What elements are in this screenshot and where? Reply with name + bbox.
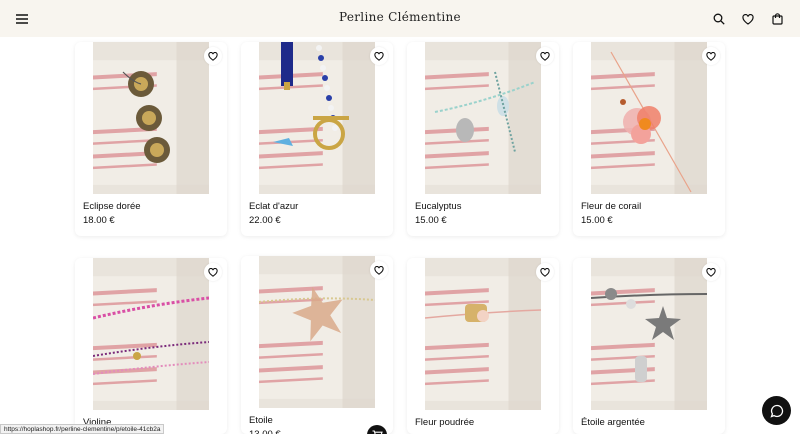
product-price: 22.00 €: [249, 215, 281, 226]
product-image[interactable]: [425, 258, 541, 410]
product-card[interactable]: Fleur de corail 15.00 €: [573, 42, 725, 236]
status-bar-url: https://hoplashop.fr/perline-clementine/…: [0, 424, 165, 434]
product-card[interactable]: Eucalyptus 15.00 €: [407, 42, 559, 236]
product-card[interactable]: Étoile argentée: [573, 258, 725, 434]
product-image[interactable]: [591, 42, 707, 194]
site-header: Perline Clémentine: [0, 0, 800, 37]
product-name[interactable]: Eucalyptus: [415, 201, 461, 212]
favorite-heart-icon[interactable]: [204, 47, 222, 65]
favorite-heart-icon[interactable]: [370, 261, 388, 279]
product-price: 15.00 €: [415, 215, 447, 226]
product-card[interactable]: Fleur poudrée: [407, 258, 559, 434]
cart-icon: [372, 430, 383, 434]
product-name[interactable]: Eclat d'azur: [249, 201, 298, 212]
favorite-heart-icon[interactable]: [536, 263, 554, 281]
product-card[interactable]: Eclipse dorée 18.00 €: [75, 42, 227, 236]
product-name[interactable]: Fleur de corail: [581, 201, 641, 212]
product-image[interactable]: [425, 42, 541, 194]
search-icon[interactable]: [709, 9, 729, 29]
product-name[interactable]: Etoile: [249, 415, 273, 426]
heart-icon[interactable]: [738, 9, 758, 29]
product-image[interactable]: [93, 258, 209, 410]
product-name[interactable]: Eclipse dorée: [83, 201, 141, 212]
bag-icon[interactable]: [767, 9, 787, 29]
product-price: 13.00 €: [249, 429, 281, 434]
product-image[interactable]: [93, 42, 209, 194]
product-image[interactable]: [591, 258, 707, 410]
product-card[interactable]: Eclat d'azur 22.00 €: [241, 42, 393, 236]
favorite-heart-icon[interactable]: [702, 263, 720, 281]
favorite-heart-icon[interactable]: [536, 47, 554, 65]
favorite-heart-icon[interactable]: [702, 47, 720, 65]
chat-bubble-icon: [769, 404, 783, 418]
product-card[interactable]: Etoile 13.00 €: [241, 256, 393, 434]
product-image[interactable]: [259, 256, 375, 408]
favorite-heart-icon[interactable]: [204, 263, 222, 281]
product-card[interactable]: Violine: [75, 258, 227, 434]
product-name[interactable]: Étoile argentée: [581, 417, 645, 428]
product-price: 15.00 €: [581, 215, 613, 226]
favorite-heart-icon[interactable]: [370, 47, 388, 65]
product-image[interactable]: [259, 42, 375, 194]
chat-button[interactable]: [762, 396, 791, 425]
product-name[interactable]: Fleur poudrée: [415, 417, 474, 428]
product-price: 18.00 €: [83, 215, 115, 226]
brand-title[interactable]: Perline Clémentine: [0, 10, 800, 24]
